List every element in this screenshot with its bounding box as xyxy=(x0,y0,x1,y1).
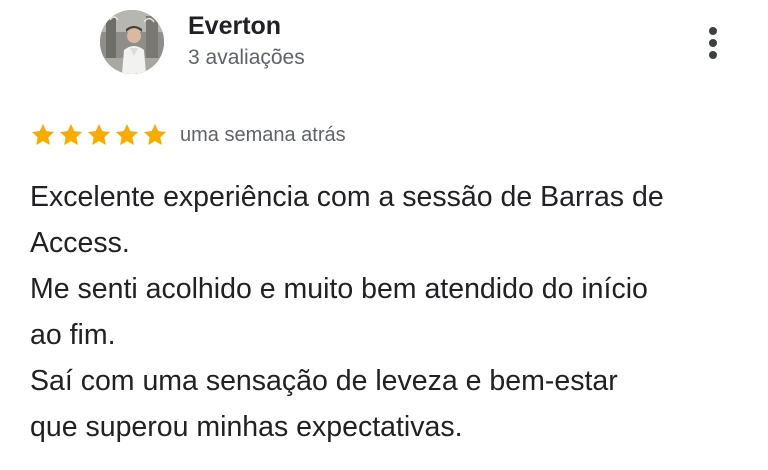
star-filled-icon xyxy=(87,123,111,145)
review-date: uma semana atrás xyxy=(180,123,346,146)
rating-row: uma semana atrás xyxy=(30,120,346,150)
star-rating xyxy=(30,122,168,148)
star-filled-icon xyxy=(31,123,55,145)
review-text-line: Access. xyxy=(30,227,130,259)
review-text: Excelente experiência com a sessão de Ba… xyxy=(30,174,750,450)
review-text-line: Me senti acolhido e muito bem atendido d… xyxy=(30,273,648,305)
review-text-line: ao fim. xyxy=(30,319,116,351)
review-text-line: Excelente experiência com a sessão de Ba… xyxy=(30,181,664,213)
more-vert-icon xyxy=(709,27,717,59)
star-filled-icon xyxy=(143,123,167,145)
reviewer-avatar[interactable] xyxy=(100,10,164,74)
star-filled-icon xyxy=(59,123,83,145)
star-filled-icon xyxy=(115,123,139,145)
review-text-line: Saí com uma sensação de leveza e bem-est… xyxy=(30,365,618,397)
reviewer-review-count[interactable]: 3 avaliações xyxy=(188,46,305,70)
reviewer-name[interactable]: Everton xyxy=(188,12,281,41)
review-text-line: que superou minhas expectativas. xyxy=(30,411,463,443)
avatar-photo xyxy=(100,10,164,74)
review-card: Everton 3 avaliações uma semana atrás Ex… xyxy=(0,0,768,470)
more-options-button[interactable] xyxy=(698,24,728,64)
